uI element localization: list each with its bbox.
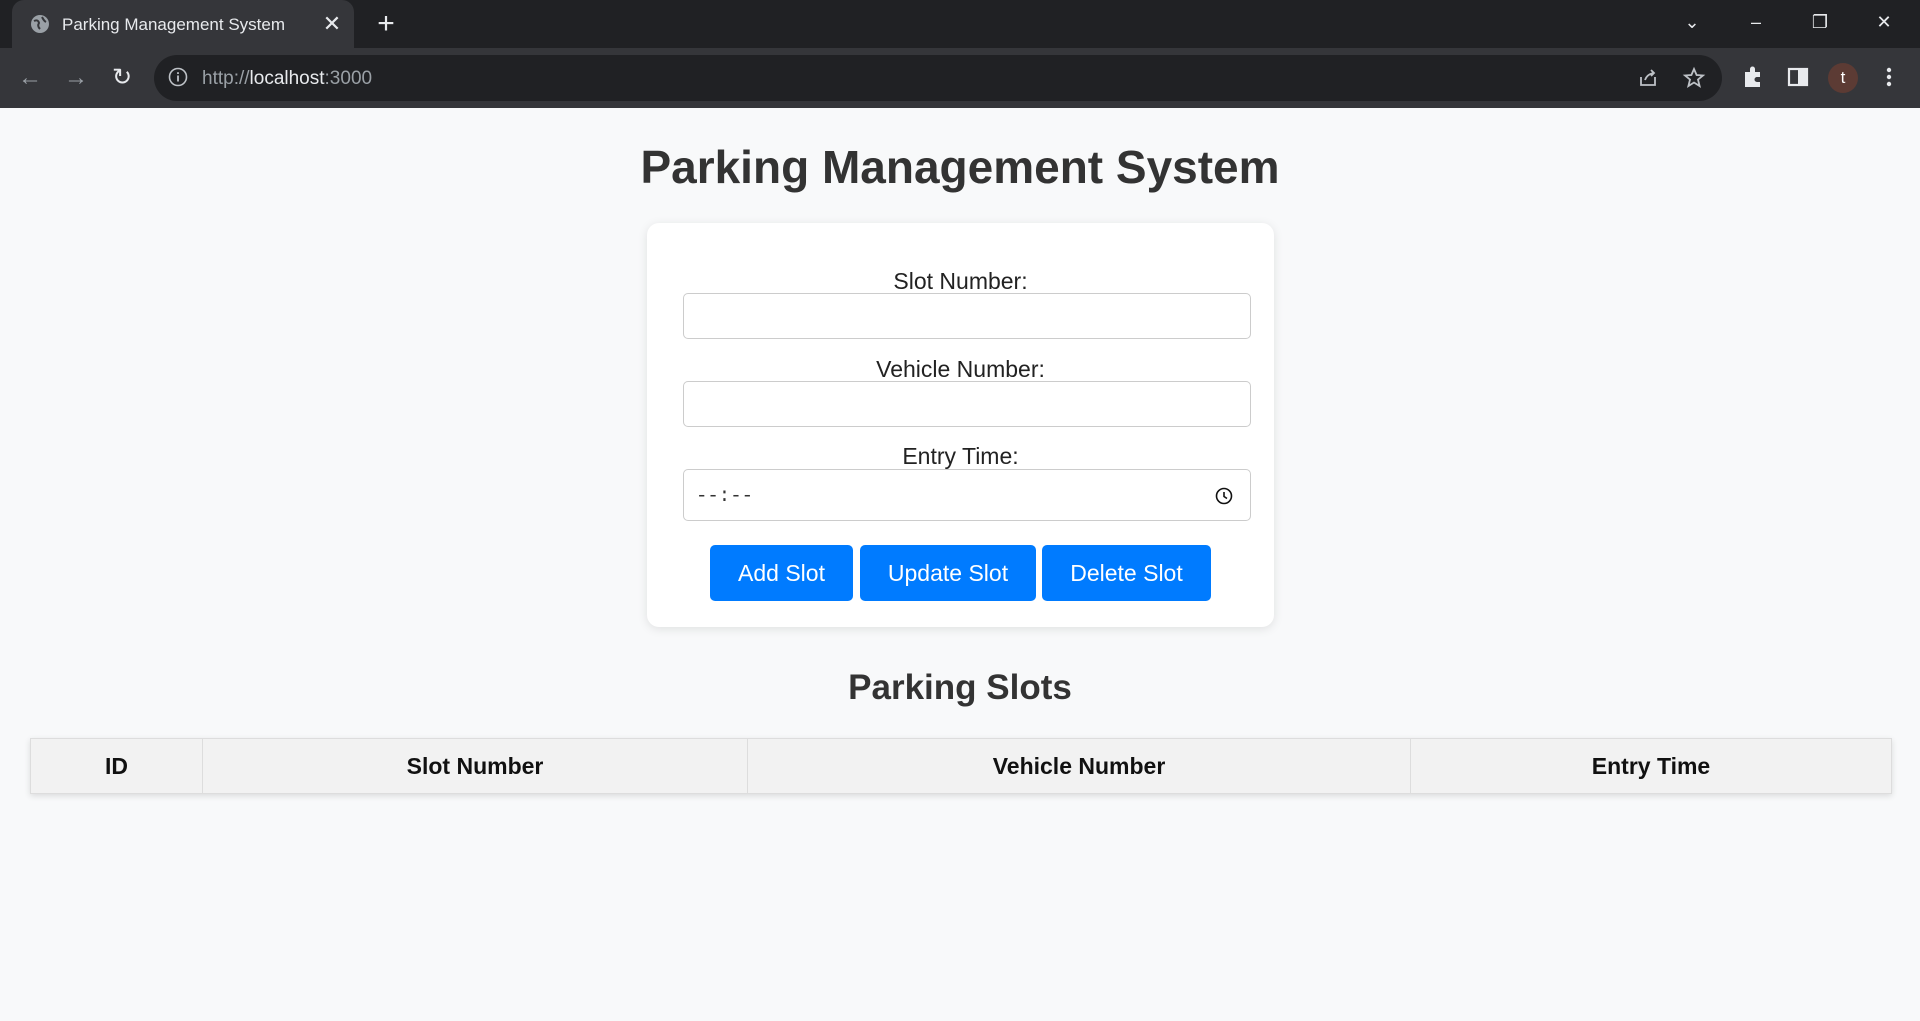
parking-slots-heading: Parking Slots [848,668,1072,707]
share-icon[interactable] [1636,66,1660,90]
clock-icon[interactable] [1214,486,1234,506]
new-tab-icon[interactable]: + [372,9,400,39]
extensions-icon[interactable] [1738,62,1768,92]
minimize-icon[interactable]: – [1726,0,1786,44]
add-slot-button[interactable]: Add Slot [710,545,853,601]
slot-form-card: Slot Number: Vehicle Number: Entry Time:… [647,223,1274,627]
forward-icon[interactable]: → [60,62,92,94]
browser-toolbar: ← → ↻ http://localhost:3000 t [0,48,1920,108]
slot-number-label: Slot Number: [893,268,1028,294]
back-icon[interactable]: ← [14,62,46,94]
column-header-id: ID [30,738,203,794]
table-header-row: ID Slot Number Vehicle Number Entry Time [30,738,1892,794]
entry-time-placeholder: --:-- [696,485,754,507]
window-close-icon[interactable]: ✕ [1854,0,1914,44]
column-header-entry-time: Entry Time [1410,738,1892,794]
entry-time-label: Entry Time: [902,443,1019,469]
reload-icon[interactable]: ↻ [106,62,138,94]
parking-slots-table: ID Slot Number Vehicle Number Entry Time [30,738,1892,794]
menu-kebab-icon[interactable] [1874,62,1904,92]
tab-title: Parking Management System [62,15,285,34]
tab-close-icon[interactable]: ✕ [320,12,344,36]
vehicle-number-input[interactable] [683,381,1251,427]
url-text: http://localhost:3000 [202,68,372,90]
column-header-slot-number: Slot Number [202,738,748,794]
side-panel-icon[interactable] [1783,62,1813,92]
profile-avatar[interactable]: t [1828,63,1858,93]
tab-search-icon[interactable]: ⌄ [1662,0,1722,44]
entry-time-input[interactable]: --:-- [683,469,1251,521]
slot-number-input[interactable] [683,293,1251,339]
column-header-vehicle-number: Vehicle Number [747,738,1411,794]
browser-tab[interactable]: Parking Management System ✕ [12,0,354,48]
update-slot-button[interactable]: Update Slot [860,545,1036,601]
url-host: localhost [249,68,325,89]
globe-icon [31,15,49,33]
url-scheme: http:// [202,68,250,89]
page-title: Parking Management System [640,141,1280,193]
site-info-icon[interactable] [168,67,188,87]
bookmark-star-icon[interactable] [1682,66,1706,90]
browser-tab-strip: Parking Management System ✕ + ⌄ – ❐ ✕ [0,0,1920,48]
restore-icon[interactable]: ❐ [1790,0,1850,44]
address-bar[interactable]: http://localhost:3000 [154,55,1722,101]
vehicle-number-label: Vehicle Number: [876,356,1045,382]
delete-slot-button[interactable]: Delete Slot [1042,545,1211,601]
page-content: Parking Management System Slot Number: V… [0,108,1920,1021]
url-port: :3000 [324,68,373,89]
